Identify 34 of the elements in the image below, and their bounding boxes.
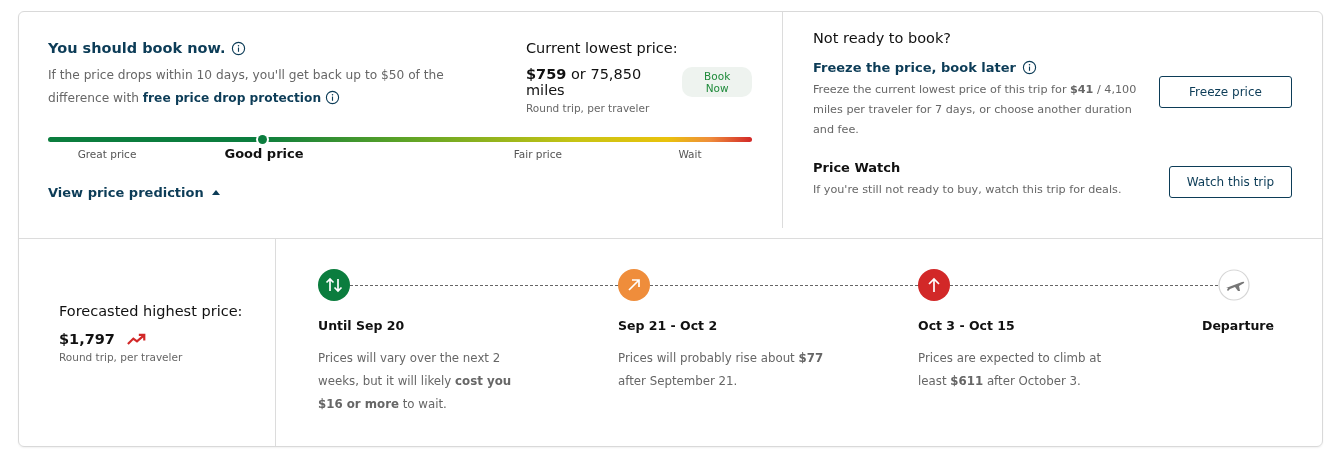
forecast-heading: Forecasted highest price: (59, 303, 244, 319)
price-prediction-toggle[interactable]: View price prediction (48, 185, 220, 200)
period-label: Departure (1202, 318, 1275, 333)
airplane-icon (1218, 269, 1250, 301)
forecast-price: $1,797 (59, 331, 115, 347)
freeze-title: Freeze the price, book later (813, 60, 1016, 75)
meter-label: Fair price (512, 148, 563, 161)
meter-label: Wait (677, 148, 703, 161)
info-icon[interactable] (231, 40, 247, 56)
period-description: Prices will vary over the next 2 weeks, but it will likely cost you $16 or more to wait. (318, 350, 513, 413)
meter-label: Great price (76, 148, 138, 161)
recommendation-text: If the price drops within 10 days, you'll get back up to $50 of the difference with free price drop protection (48, 67, 445, 107)
period-description: Prices will probably rise about $77 after September 21. (618, 350, 825, 390)
price-watch-title: Price Watch (813, 160, 902, 175)
forecast-note: Round trip, per traveler (59, 351, 184, 363)
recommendation-title: You should book now. (48, 40, 226, 56)
caret-icon (211, 190, 220, 195)
period-description: Prices are expected to climb at least $611 after October 3. (918, 350, 1103, 390)
trending-up-icon (126, 332, 147, 346)
freeze-price-button[interactable]: Freeze price (1159, 76, 1292, 108)
price-note: Round trip, per traveler (526, 102, 651, 114)
book-now-button[interactable]: Book Now (682, 67, 752, 97)
price-watch-description: If you're still not ready to buy, watch this trip for deals. (813, 182, 1123, 198)
section-heading: Not ready to book? (813, 30, 953, 46)
period-label: Sep 21 - Oct 2 (618, 318, 719, 333)
period-label: Until Sep 20 (318, 318, 406, 333)
watch-trip-button[interactable]: Watch this trip (1169, 166, 1292, 198)
current-price: $759 or 75,850 miles (526, 66, 643, 98)
current-price-heading: Current lowest price: (526, 40, 679, 56)
info-icon[interactable] (1022, 60, 1037, 75)
freeze-description: Freeze the current lowest price of this trip for $41 / 4,100 miles per traveler for 7 days, or choose another duration and fee. (813, 82, 1138, 138)
info-icon[interactable] (324, 90, 340, 105)
price-protection-link[interactable]: free price drop protection (142, 91, 322, 105)
meter-label: Good price (223, 146, 305, 161)
